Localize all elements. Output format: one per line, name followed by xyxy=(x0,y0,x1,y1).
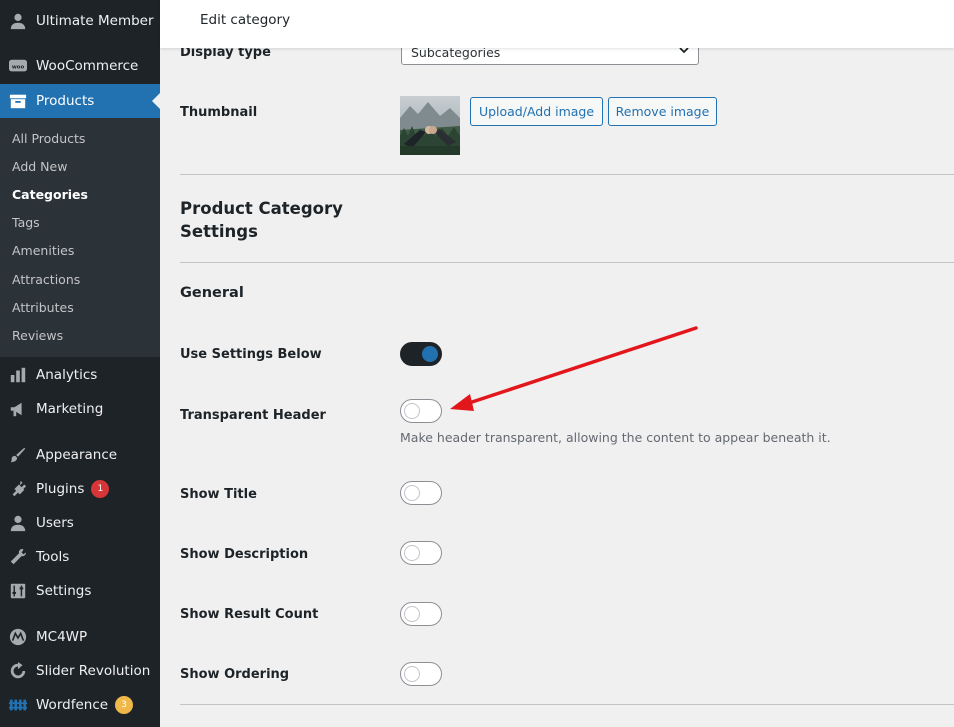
menu-item-label: Plugins xyxy=(36,481,85,497)
wordfence-icon xyxy=(8,695,28,715)
menu-item-label: Products xyxy=(36,93,95,109)
menu-item-plugins[interactable]: Plugins 1 xyxy=(0,472,160,506)
submenu-item-attributes[interactable]: Attributes xyxy=(12,300,74,315)
submenu-item-all-products[interactable]: All Products xyxy=(12,131,85,146)
menu-item-label: Slider Revolution xyxy=(36,663,151,679)
menu-item-appearance[interactable]: Appearance xyxy=(0,438,160,472)
woocommerce-icon: woo xyxy=(8,56,28,76)
archive-icon xyxy=(8,91,28,111)
divider xyxy=(180,174,954,175)
menu-item-slider-revolution[interactable]: Slider Revolution xyxy=(0,654,160,688)
paintbrush-icon xyxy=(8,445,28,465)
submenu-item-categories[interactable]: Categories xyxy=(12,187,88,202)
submenu-item-attractions[interactable]: Attractions xyxy=(12,272,80,287)
menu-item-settings[interactable]: Settings xyxy=(0,574,160,608)
toggle-knob xyxy=(404,545,420,561)
megaphone-icon xyxy=(8,399,28,419)
menu-item-label: MC4WP xyxy=(36,629,88,645)
toggle-knob xyxy=(404,666,420,682)
upload-image-button[interactable]: Upload/Add image xyxy=(470,97,603,126)
page-title: Edit category xyxy=(200,12,291,28)
bar-chart-icon xyxy=(8,365,28,385)
plugin-icon xyxy=(8,479,28,499)
general-title: General xyxy=(180,285,244,301)
main-content: Display type Subcategories Thumbnail Upl… xyxy=(160,0,954,727)
show-result-count-toggle[interactable] xyxy=(400,602,442,626)
menu-item-label: Analytics xyxy=(36,367,98,383)
plugins-update-badge: 1 xyxy=(91,480,110,498)
show-ordering-label: Show Ordering xyxy=(180,667,290,682)
menu-item-label: Marketing xyxy=(36,401,104,417)
menu-item-label: Users xyxy=(36,515,74,531)
menu-item-wordfence[interactable]: Wordfence 3 xyxy=(0,688,160,722)
menu-item-woocommerce[interactable]: woo WooCommerce xyxy=(0,49,160,83)
menu-item-tools[interactable]: Tools xyxy=(0,540,160,574)
divider xyxy=(180,704,954,705)
menu-item-ultimate-member[interactable]: Ultimate Member xyxy=(0,4,160,38)
section-title: Product Category Settings xyxy=(180,199,343,241)
submenu-item-reviews[interactable]: Reviews xyxy=(12,328,63,343)
menu-item-products[interactable]: Products xyxy=(0,84,160,118)
menu-item-label: Ultimate Member xyxy=(36,13,154,29)
top-bar: Edit category xyxy=(160,0,954,48)
toggle-knob xyxy=(404,403,420,419)
use-settings-below-toggle[interactable] xyxy=(400,342,442,366)
menu-item-analytics[interactable]: Analytics xyxy=(0,358,160,392)
refresh-icon xyxy=(8,661,28,681)
transparent-header-toggle[interactable] xyxy=(400,399,442,423)
mc4wp-icon xyxy=(8,627,28,647)
thumbnail-image xyxy=(400,96,460,155)
menu-item-label: WooCommerce xyxy=(36,58,139,74)
divider xyxy=(180,262,954,263)
toggle-knob xyxy=(404,485,420,501)
show-title-toggle[interactable] xyxy=(400,481,442,505)
toggle-knob xyxy=(404,606,420,622)
show-title-label: Show Title xyxy=(180,487,257,502)
admin-sidebar: Ultimate Member woo WooCommerce Products… xyxy=(0,0,160,727)
wrench-icon xyxy=(8,547,28,567)
show-ordering-toggle[interactable] xyxy=(400,662,442,686)
remove-image-button[interactable]: Remove image xyxy=(608,97,717,126)
products-submenu: All Products Add New Categories Tags Ame… xyxy=(0,118,160,357)
menu-item-users[interactable]: Users xyxy=(0,506,160,540)
menu-item-label: Tools xyxy=(36,549,70,565)
show-result-count-label: Show Result Count xyxy=(180,607,319,622)
user-icon xyxy=(8,513,28,533)
menu-item-mc4wp[interactable]: MC4WP xyxy=(0,620,160,654)
user-icon xyxy=(8,11,28,31)
toggle-knob xyxy=(422,346,438,362)
menu-item-label: Appearance xyxy=(36,447,118,463)
menu-item-label: Wordfence xyxy=(36,697,109,713)
settings-sliders-icon xyxy=(8,581,28,601)
submenu-item-amenities[interactable]: Amenities xyxy=(12,243,74,258)
svg-text:woo: woo xyxy=(12,64,25,70)
submenu-item-add-new[interactable]: Add New xyxy=(12,159,67,174)
submenu-item-tags[interactable]: Tags xyxy=(12,215,40,230)
show-description-label: Show Description xyxy=(180,547,309,562)
transparent-header-description: Make header transparent, allowing the co… xyxy=(400,430,831,445)
menu-item-label: Settings xyxy=(36,583,92,599)
show-description-toggle[interactable] xyxy=(400,541,442,565)
thumbnail-label: Thumbnail xyxy=(180,105,258,120)
use-settings-below-label: Use Settings Below xyxy=(180,347,322,362)
menu-item-marketing[interactable]: Marketing xyxy=(0,392,160,426)
transparent-header-label: Transparent Header xyxy=(180,408,326,423)
wordfence-alert-badge: 3 xyxy=(115,696,134,714)
